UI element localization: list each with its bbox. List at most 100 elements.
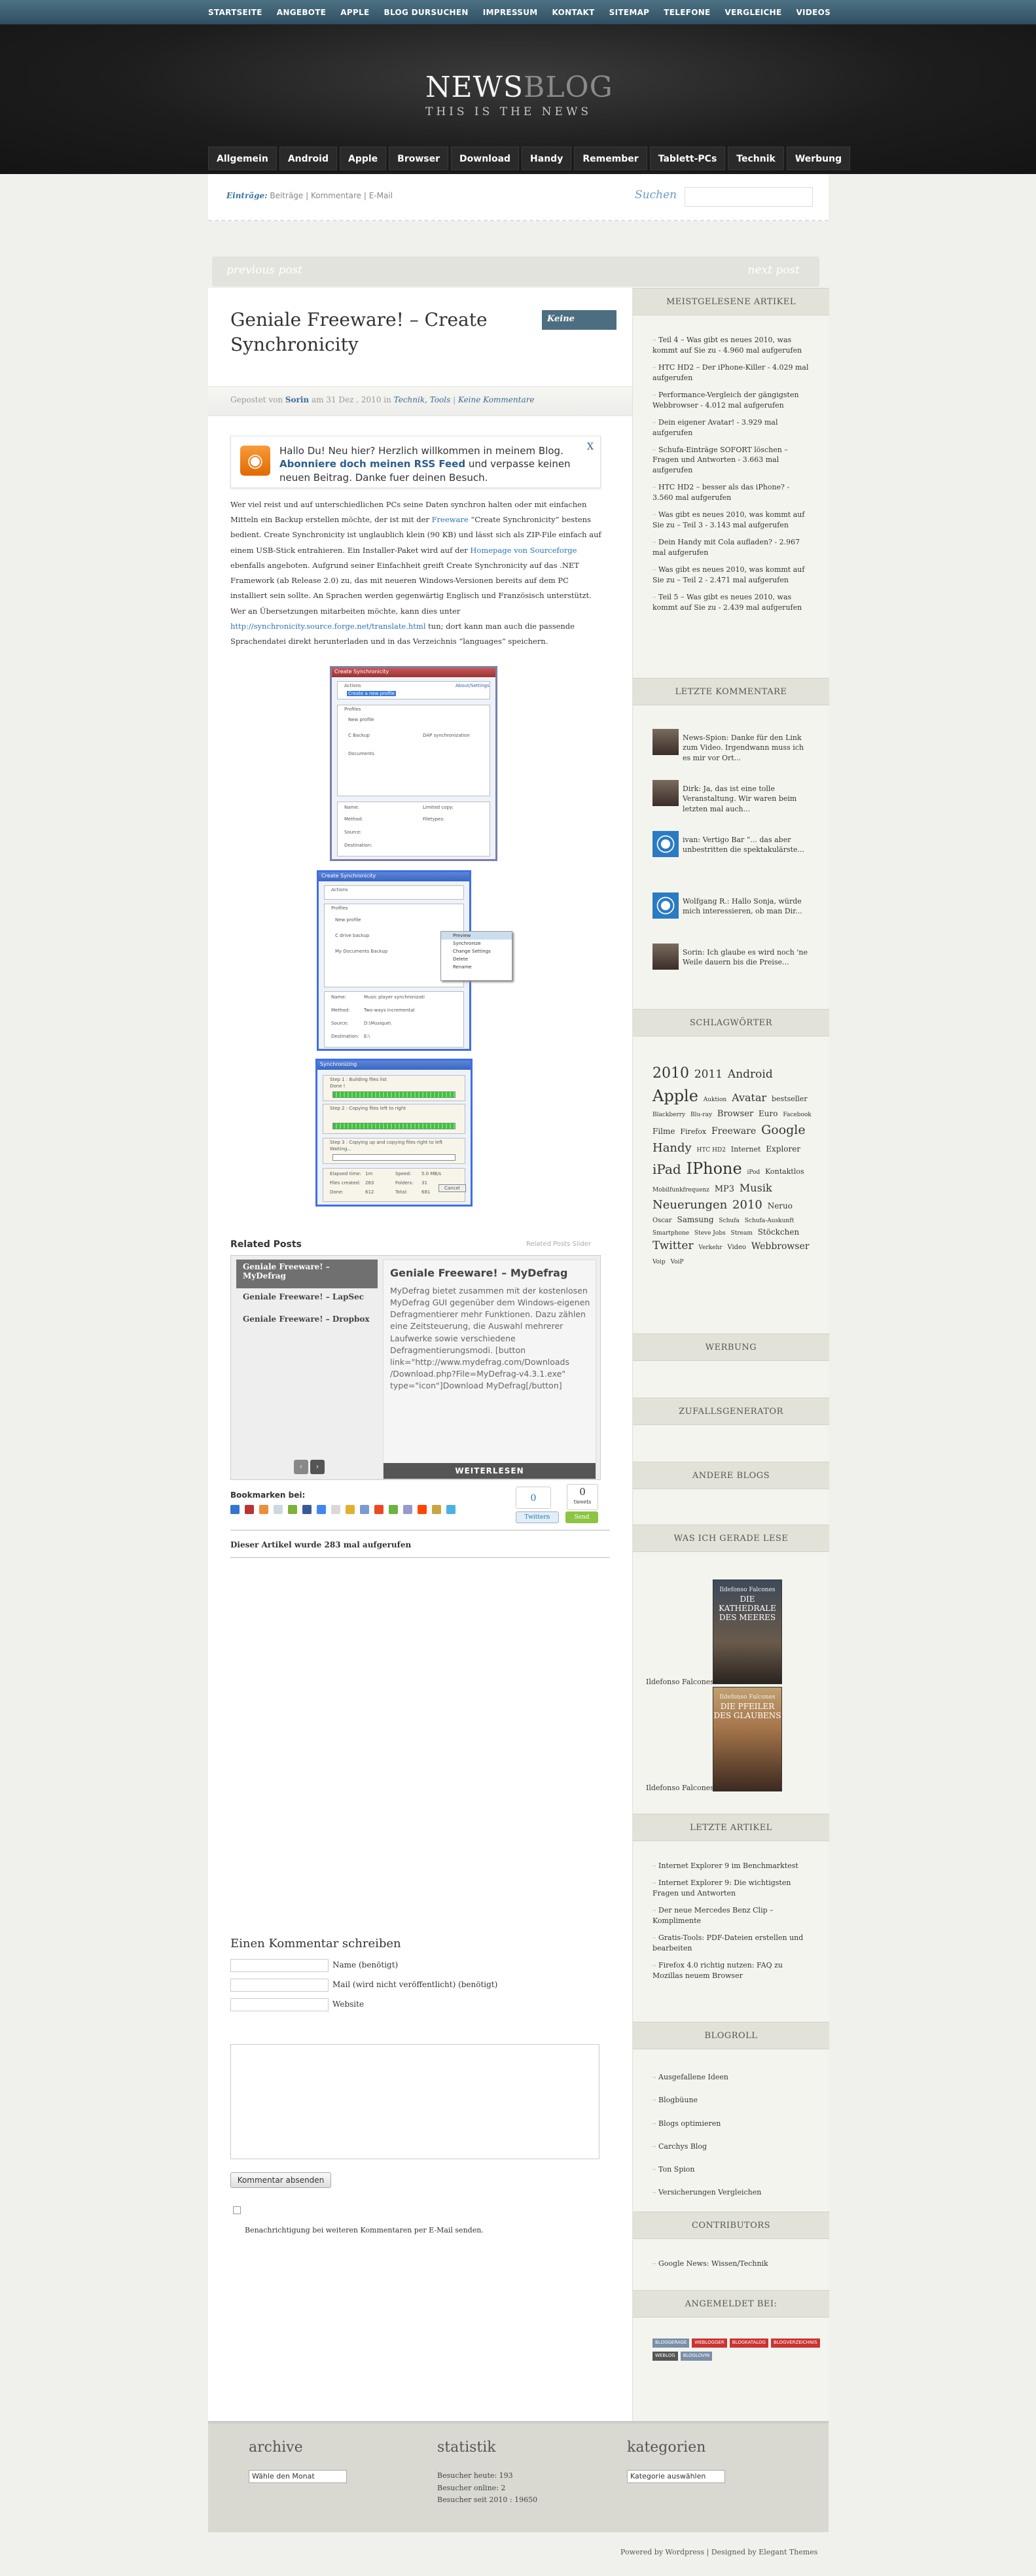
most-read-item[interactable]: Teil 4 – Was gibt es neues 2010, was kom…: [652, 335, 810, 356]
most-read-item[interactable]: HTC HD2 – besser als das iPhone? - 3.560…: [652, 482, 810, 503]
slider-next-button[interactable]: ›: [310, 1460, 325, 1474]
tag-link[interactable]: Blu-ray: [690, 1112, 712, 1118]
post-title[interactable]: Geniale Freeware! – Create Synchronicity: [230, 308, 505, 357]
yigg-icon[interactable]: [274, 1505, 283, 1514]
post-author[interactable]: Sorin: [285, 395, 309, 404]
tag-link[interactable]: 2011: [694, 1068, 723, 1081]
top-nav-item[interactable]: IMPRESSUM: [483, 0, 538, 25]
latest-article-item[interactable]: Internet Explorer 9 im Benchmarktest: [652, 1861, 810, 1871]
tag-link[interactable]: 2010: [652, 1065, 689, 1082]
feed-links[interactable]: Einträge: Beiträge | Kommentare | E-Mail: [226, 191, 393, 200]
directory-badge[interactable]: BLOGKATALOG: [729, 2338, 768, 2348]
tag-link[interactable]: Schufa: [719, 1218, 740, 1224]
book-cover[interactable]: Ildefonso Falcones DIE KATHEDRALE DES ME…: [713, 1579, 782, 1684]
twitter-button[interactable]: Twittern: [516, 1511, 559, 1523]
category-nav-item[interactable]: Technik: [728, 147, 784, 170]
google-icon[interactable]: [317, 1505, 326, 1514]
read-more-button[interactable]: WEITERLESEN: [384, 1463, 596, 1479]
footer-credit[interactable]: Powered by Wordpress | Designed by Elega…: [620, 2548, 817, 2556]
top-nav-item[interactable]: SITEMAP: [609, 0, 650, 25]
categories-select[interactable]: Kategorie auswählen: [627, 2470, 725, 2483]
most-read-item[interactable]: Teil 5 – Was gibt es neues 2010, was kom…: [652, 592, 810, 613]
digg-icon[interactable]: [245, 1505, 254, 1514]
entries-links[interactable]: Beiträge | Kommentare | E-Mail: [270, 191, 393, 200]
technorati-icon[interactable]: [288, 1505, 297, 1514]
tag-link[interactable]: 2010: [732, 1198, 762, 1212]
sourceforge-link[interactable]: Homepage von Sourceforge: [470, 546, 577, 555]
search-input[interactable]: [685, 187, 813, 207]
directory-badge[interactable]: BLOGGERAGE: [652, 2338, 690, 2348]
rss-subscribe-link[interactable]: Abonniere doch meinen RSS Feed: [279, 458, 465, 470]
related-posts-credit[interactable]: Related Posts Slider: [526, 1241, 591, 1248]
top-nav-item[interactable]: TELEFONE: [664, 0, 710, 25]
tag-link[interactable]: Firefox: [680, 1127, 706, 1136]
related-post-item[interactable]: Geniale Freeware! – MyDefrag: [236, 1260, 378, 1288]
post-comments-link[interactable]: Keine Kommentare: [458, 395, 535, 404]
top-nav-item[interactable]: APPLE: [340, 0, 369, 25]
tag-link[interactable]: Webbrowser: [751, 1241, 810, 1252]
archive-select[interactable]: Wähle den Monat: [249, 2470, 347, 2483]
latest-comment[interactable]: Dirk: Ja, das ist eine tolle Veranstaltu…: [683, 784, 813, 814]
tag-link[interactable]: IPhone: [687, 1159, 742, 1178]
tag-link[interactable]: Internet: [731, 1145, 761, 1154]
latest-comment[interactable]: ivan: Vertigo Bar “... das aber unbestri…: [683, 835, 813, 855]
category-nav-item[interactable]: Remember: [574, 147, 647, 170]
close-icon[interactable]: X: [587, 442, 594, 452]
tag-link[interactable]: bestseller: [772, 1095, 808, 1103]
most-read-item[interactable]: Dein eigener Avatar! - 3.929 mal aufgeru…: [652, 417, 810, 438]
top-nav-item[interactable]: KONTAKT: [552, 0, 595, 25]
latest-comment[interactable]: Wolfgang R.: Hallo Sonja, würde mich int…: [683, 896, 813, 917]
directory-badge[interactable]: WEBLOG: [652, 2352, 678, 2361]
latest-article-item[interactable]: Firefox 4.0 richtig nutzen: FAQ zu Mozil…: [652, 1960, 810, 1981]
tag-link[interactable]: Smartphone: [652, 1230, 689, 1237]
submit-comment-button[interactable]: Kommentar absenden: [230, 2172, 331, 2188]
tag-link[interactable]: Verkehr: [698, 1244, 722, 1251]
top-nav-item[interactable]: STARTSEITE: [208, 0, 262, 25]
directory-badge[interactable]: BLOGVERZEICHNIS: [771, 2338, 820, 2348]
most-read-item[interactable]: Was gibt es neues 2010, was kommt auf Si…: [652, 510, 810, 531]
tag-link[interactable]: Avatar: [732, 1091, 766, 1104]
blogroll-item[interactable]: Carchys Blog: [652, 2138, 810, 2155]
folkd-icon[interactable]: [360, 1505, 369, 1514]
oneview-icon[interactable]: [389, 1505, 398, 1514]
directory-badge[interactable]: BLOGLOVIN: [680, 2352, 713, 2361]
tag-link[interactable]: Browser: [717, 1109, 753, 1119]
tag-link[interactable]: Steve Jobs: [694, 1230, 726, 1237]
tag-link[interactable]: VoiP: [671, 1259, 684, 1265]
tag-link[interactable]: Apple: [652, 1087, 698, 1105]
top-nav-item[interactable]: BLOG DURSUCHEN: [384, 0, 469, 25]
tag-link[interactable]: Filme: [652, 1127, 675, 1136]
next-post-link[interactable]: next post: [747, 264, 800, 277]
linkarena-icon[interactable]: [346, 1505, 355, 1514]
most-read-item[interactable]: Schufa-Einträge SOFORT löschen – Fragen …: [652, 445, 810, 476]
tag-link[interactable]: Voip: [652, 1259, 666, 1265]
tag-link[interactable]: Schufa-Auskunft: [745, 1218, 794, 1224]
blogroll-item[interactable]: Blogbüune: [652, 2092, 810, 2108]
tag-link[interactable]: Android: [728, 1068, 773, 1081]
tag-link[interactable]: Explorer: [766, 1144, 800, 1154]
delicious-icon[interactable]: [230, 1505, 240, 1514]
tag-link[interactable]: Oscar: [652, 1217, 672, 1224]
email-field[interactable]: [230, 1979, 329, 1992]
tag-link[interactable]: Auktion: [704, 1097, 726, 1103]
related-preview-title[interactable]: Geniale Freeware! – MyDefrag: [390, 1267, 567, 1279]
category-nav-item[interactable]: Allgemein: [208, 147, 277, 170]
latest-comment[interactable]: Sorin: Ich glaube es wird noch 'ne Weile…: [683, 947, 813, 968]
webnews-icon[interactable]: [331, 1505, 340, 1514]
mister-wong-icon[interactable]: [259, 1505, 268, 1514]
directory-badge[interactable]: WEBLOGGER: [692, 2338, 727, 2348]
tag-link[interactable]: Blackberry: [652, 1112, 685, 1118]
tag-link[interactable]: Video: [727, 1244, 746, 1251]
top-nav-item[interactable]: ANGEBOTE: [277, 0, 327, 25]
latest-article-item[interactable]: Internet Explorer 9: Die wichtigsten Fra…: [652, 1878, 810, 1899]
tag-link[interactable]: Twitter: [652, 1239, 694, 1252]
tag-link[interactable]: Stream: [731, 1230, 753, 1237]
tag-link[interactable]: iPad: [652, 1161, 681, 1177]
site-logo[interactable]: NEWSBLOG THIS IS THE NEWS: [425, 71, 622, 118]
translate-link[interactable]: http://synchronicity.source.forge.net/tr…: [230, 622, 426, 631]
tag-link[interactable]: Facebook: [783, 1112, 811, 1118]
related-post-item[interactable]: Geniale Freeware! – Dropbox: [236, 1312, 378, 1333]
most-read-item[interactable]: Performance-Vergleich der gängigsten Web…: [652, 390, 810, 411]
blogroll-item[interactable]: Ton Spion: [652, 2161, 810, 2178]
misterwong-icon[interactable]: [403, 1505, 412, 1514]
